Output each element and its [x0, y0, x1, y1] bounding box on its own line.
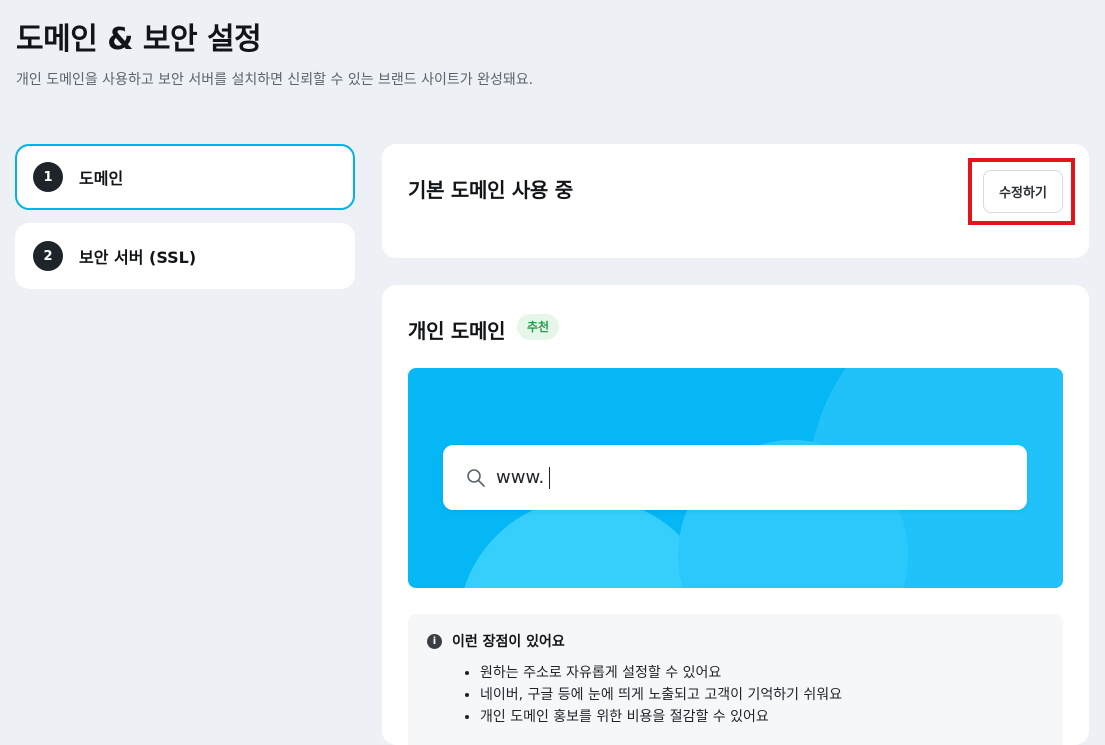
text-cursor — [549, 466, 551, 489]
step-ssl[interactable]: 2 보안 서버 (SSL) — [15, 223, 355, 289]
recommended-badge: 추천 — [517, 314, 560, 340]
domain-search-banner: www. — [408, 368, 1063, 588]
search-icon — [467, 468, 485, 487]
benefits-box: i 이런 장점이 있어요 원하는 주소로 자유롭게 설정할 수 있어요 네이버,… — [408, 614, 1063, 745]
step-number-badge: 1 — [33, 162, 63, 192]
custom-domain-card: 개인 도메인 추천 www. i 이런 장점이 있어요 원하는 주소로 자유롭게… — [382, 285, 1089, 745]
domain-search-input[interactable]: www. — [443, 445, 1027, 510]
step-label: 보안 서버 (SSL) — [79, 248, 197, 267]
page-subtitle: 개인 도메인을 사용하고 보안 서버를 설치하면 신뢰할 수 있는 브랜드 사이… — [16, 72, 534, 88]
benefits-heading-text: 이런 장점이 있어요 — [452, 634, 565, 650]
page-title: 도메인 & 보안 설정 — [16, 22, 262, 57]
info-icon: i — [427, 633, 442, 649]
custom-domain-title: 개인 도메인 — [408, 319, 506, 343]
list-item: 원하는 주소로 자유롭게 설정할 수 있어요 — [480, 662, 842, 684]
benefit-list: 원하는 주소로 자유롭게 설정할 수 있어요 네이버, 구글 등에 눈에 띄게 … — [460, 662, 842, 728]
step-number-badge: 2 — [33, 241, 63, 271]
step-label: 도메인 — [79, 169, 124, 188]
default-domain-card: 기본 도메인 사용 중 수정하기 — [382, 144, 1089, 258]
list-item: 네이버, 구글 등에 눈에 띄게 노출되고 고객이 기억하기 쉬워요 — [480, 684, 842, 706]
edit-button[interactable]: 수정하기 — [983, 170, 1063, 213]
benefits-heading: i 이런 장점이 있어요 — [427, 631, 565, 651]
default-domain-title: 기본 도메인 사용 중 — [408, 178, 573, 202]
list-item: 개인 도메인 홍보를 위한 비용을 절감할 수 있어요 — [480, 706, 842, 728]
domain-prefix: www. — [496, 467, 545, 488]
step-domain[interactable]: 1 도메인 — [15, 144, 355, 210]
